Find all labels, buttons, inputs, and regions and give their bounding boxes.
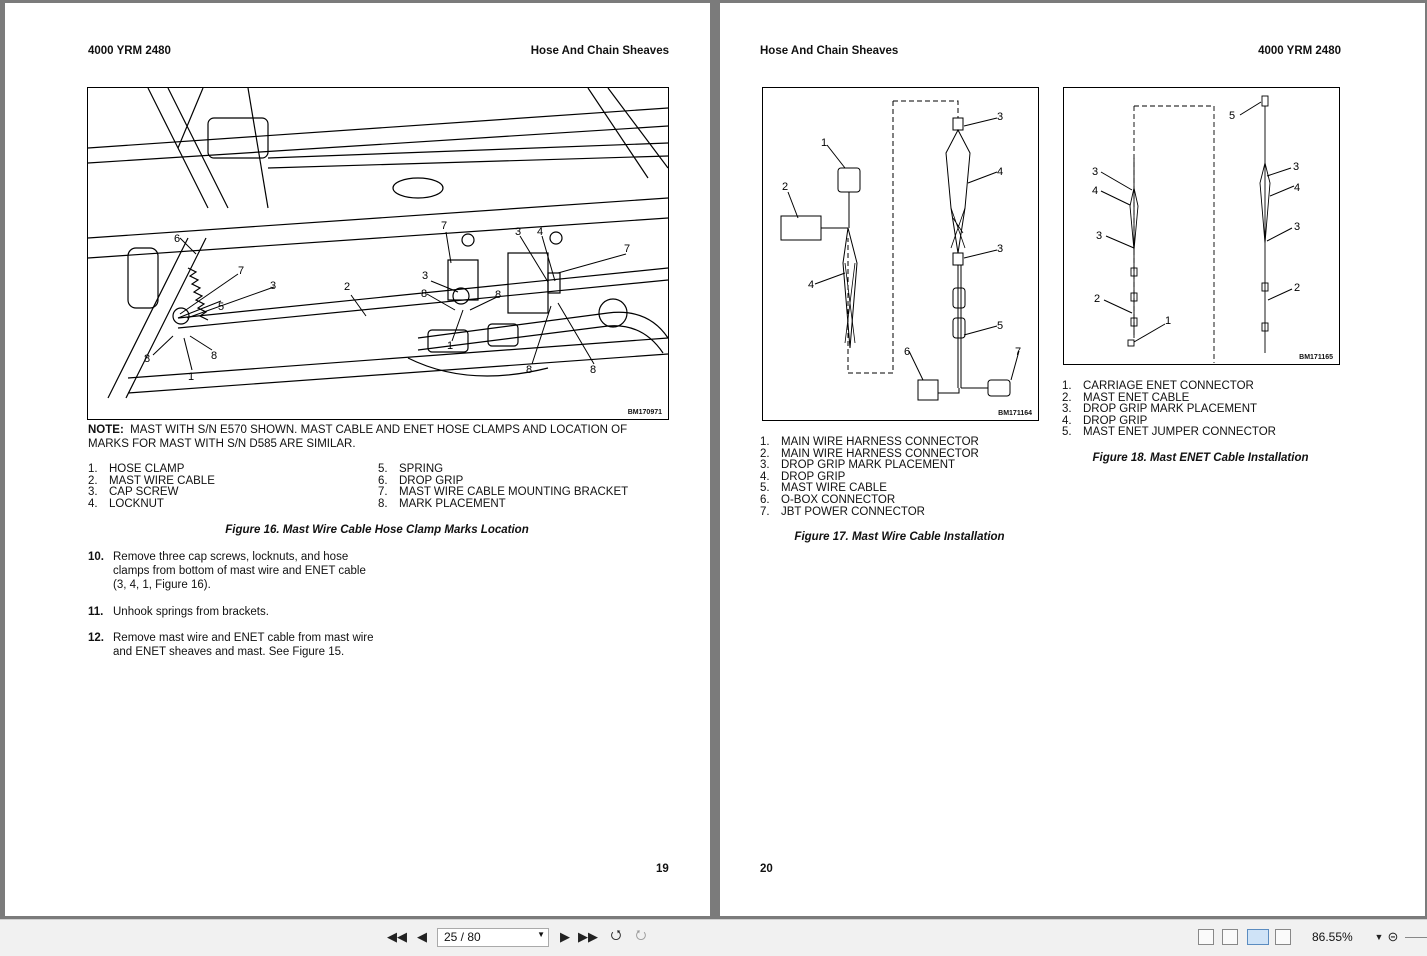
facing-icon[interactable] <box>1247 929 1269 945</box>
fig16-callout: 1 <box>188 371 194 383</box>
page-number: 19 <box>656 863 669 875</box>
fig16-callout: 7 <box>441 220 447 232</box>
fig18-callout: 4 <box>1092 185 1098 197</box>
fig16-callout: 2 <box>344 281 350 293</box>
figure-18-legend: 1. CARRIAGE ENET CONNECTOR 2. MAST ENET CA… <box>1062 380 1276 439</box>
fig16-callout: 8 <box>526 364 532 376</box>
fig17-callout: 4 <box>808 279 814 291</box>
fig18-callout: 3 <box>1293 161 1299 173</box>
fig16-callout: 8 <box>144 353 150 365</box>
right-header-title: 4000 YRM 2480 <box>1258 45 1341 57</box>
figure-18-illustration: 5 3 4 3 2 1 3 4 3 2 BM171165 <box>1063 87 1340 365</box>
last-page-icon[interactable]: ▶▶ <box>578 928 598 946</box>
figure-16-caption: Figure 16. Mast Wire Cable Hose Clamp Ma… <box>225 524 529 536</box>
right-page: Hose And Chain Sheaves 4000 YRM 2480 1 2… <box>720 3 1425 916</box>
continuous-facing-icon[interactable] <box>1275 929 1291 945</box>
fig16-callout: 3 <box>270 280 276 292</box>
fig16-callout: 1 <box>447 340 453 352</box>
figure-17-caption: Figure 17. Mast Wire Cable Installation <box>794 531 1005 543</box>
figure-16-drawing: 6 5 7 3 2 7 3 4 7 3 8 8 1 8 8 1 8 8 <box>88 88 668 399</box>
fig17-callout: 4 <box>997 166 1003 178</box>
fig18-callout: 2 <box>1294 282 1300 294</box>
fig18-callout: 1 <box>1165 315 1171 327</box>
zoom-out-icon[interactable]: ⊝ <box>1384 928 1402 946</box>
fig16-callout: 3 <box>515 226 521 238</box>
left-header-section: Hose And Chain Sheaves <box>530 45 669 57</box>
note: NOTE: MAST WITH S/N E570 SHOWN. MAST CAB… <box>88 423 663 451</box>
single-page-icon[interactable] <box>1198 929 1214 945</box>
fig18-callout: 2 <box>1094 293 1100 305</box>
prev-page-icon[interactable]: ◀ <box>413 928 431 946</box>
fig17-callout: 5 <box>997 320 1003 332</box>
figure-16-id: BM170971 <box>627 409 662 416</box>
figure-18-drawing: 5 3 4 3 2 1 3 4 3 2 <box>1092 95 1300 363</box>
zoom-slider[interactable] <box>1405 937 1427 938</box>
fig16-callout: 8 <box>590 364 596 376</box>
fig17-callout: 2 <box>782 181 788 193</box>
fig18-callout: 5 <box>1229 110 1235 122</box>
left-page: 4000 YRM 2480 Hose And Chain Sheaves 6 5… <box>5 3 710 916</box>
viewer-toolbar: ◀◀ ◀ 25 / 80 ▼ ▶ ▶▶ ⭯ ⭮ 86.55% ▼ ⊝ <box>0 919 1427 956</box>
left-header-title: 4000 YRM 2480 <box>88 45 171 57</box>
figure-16-legend-right: 5. SPRING 6. DROP GRIP 7. MAST WIRE CABLE M… <box>378 463 628 510</box>
legend-item: 7. JBT POWER CONNECTOR <box>760 505 925 518</box>
fig18-callout: 3 <box>1096 230 1102 242</box>
fig17-callout: 3 <box>997 111 1003 123</box>
fig17-callout: 7 <box>1015 346 1021 358</box>
figure-17-legend: 1. MAIN WIRE HARNESS CONNECTOR 2. MAIN WIR… <box>760 436 979 518</box>
fig16-callout: 8 <box>421 288 427 300</box>
fig16-callout: 8 <box>211 350 217 362</box>
legend-item: 5. MAST ENET JUMPER CONNECTOR <box>1062 426 1276 439</box>
right-header-section: Hose And Chain Sheaves <box>760 45 899 57</box>
fig16-callout: 4 <box>537 226 543 238</box>
fig18-callout: 4 <box>1294 182 1300 194</box>
note-label: NOTE: <box>88 424 124 436</box>
figure-17-illustration: 1 2 4 3 4 3 5 6 7 BM171164 <box>762 87 1039 421</box>
fig17-callout: 3 <box>997 243 1003 255</box>
next-page-icon[interactable]: ▶ <box>556 928 574 946</box>
fig16-callout: 5 <box>218 301 224 313</box>
next-view-icon[interactable]: ⭮ <box>632 927 650 946</box>
page-indicator: 25 / 80 <box>444 930 481 944</box>
fig17-callout: 1 <box>821 137 827 149</box>
fig16-callout: 8 <box>495 289 501 301</box>
legend-item: 4. LOCKNUT <box>88 497 164 510</box>
prev-view-icon[interactable]: ⭯ <box>607 927 625 946</box>
page-number: 20 <box>760 863 773 875</box>
fig17-callout: 6 <box>904 346 910 358</box>
page-number-input[interactable]: 25 / 80 ▼ <box>437 928 549 947</box>
step-10: 10. Remove three cap screws, locknuts, an… <box>88 551 366 591</box>
fig16-callout: 7 <box>624 243 630 255</box>
fig16-callout: 3 <box>422 270 428 282</box>
figure-16-legend-left: 1. HOSE CLAMP 2. MAST WIRE CABLE 3. CAP SCR… <box>88 463 215 510</box>
fig16-callout: 6 <box>174 233 180 245</box>
figure-17-id: BM171164 <box>998 410 1032 417</box>
figure-17-drawing: 1 2 4 3 4 3 5 6 7 <box>780 100 1021 401</box>
chevron-down-icon[interactable]: ▼ <box>537 930 545 939</box>
figure-18-id: BM171165 <box>1299 354 1333 361</box>
fig18-callout: 3 <box>1092 166 1098 178</box>
figure-16-illustration: 6 5 7 3 2 7 3 4 7 3 8 8 1 8 8 1 8 8 BM17… <box>87 87 669 420</box>
first-page-icon[interactable]: ◀◀ <box>387 928 407 946</box>
fig16-callout: 7 <box>238 265 244 277</box>
note-text: MAST WITH S/N E570 SHOWN. MAST CABLE AND… <box>88 424 628 450</box>
figure-18-caption: Figure 18. Mast ENET Cable Installation <box>1092 452 1309 464</box>
fig18-callout: 3 <box>1294 221 1300 233</box>
continuous-icon[interactable] <box>1222 929 1238 945</box>
zoom-level[interactable]: 86.55% <box>1312 930 1353 944</box>
step-12: 12. Remove mast wire and ENET cable from … <box>88 632 374 658</box>
legend-item: 8. MARK PLACEMENT <box>378 497 506 510</box>
step-11: 11. Unhook springs from brackets. <box>88 606 269 618</box>
